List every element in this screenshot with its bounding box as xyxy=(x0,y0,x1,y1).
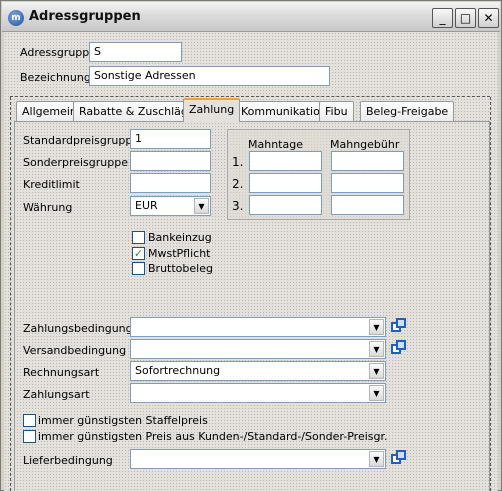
versandbedingung-label: Versandbedingung xyxy=(23,344,127,357)
tab-rabatte-zuschlaege[interactable]: Rabatte & Zuschläge xyxy=(73,101,201,121)
copy-icon[interactable] xyxy=(389,449,409,469)
title-bar[interactable]: m Adressgruppen _ □ ✕ xyxy=(2,2,500,32)
maximize-button[interactable]: □ xyxy=(455,8,476,28)
tab-beleg-freigabe[interactable]: Beleg-Freigabe xyxy=(360,101,455,121)
mwstpflicht-label: MwstPflicht xyxy=(148,247,211,260)
copy-icon[interactable] xyxy=(389,317,409,337)
bezeichnung-label: Bezeichnung xyxy=(20,71,91,84)
standardpreisgruppe-input[interactable]: 1 xyxy=(130,129,211,149)
rechnungsart-label: Rechnungsart xyxy=(23,366,100,379)
tab-zahlung[interactable]: Zahlung xyxy=(183,98,241,122)
app-icon: m xyxy=(8,10,24,26)
bruttobeleg-label: Bruttobeleg xyxy=(148,262,213,275)
guenstigster-preis-checkbox[interactable] xyxy=(23,430,36,443)
bankeinzug-checkbox[interactable] xyxy=(132,231,145,244)
waehrung-label: Währung xyxy=(23,201,73,214)
chevron-down-icon[interactable]: ▼ xyxy=(369,451,384,467)
mahn-row-label: 3. xyxy=(232,199,244,213)
mwstpflicht-checkbox[interactable]: ✓ xyxy=(132,247,145,260)
chevron-down-icon[interactable]: ▼ xyxy=(369,385,384,401)
divider xyxy=(490,97,491,491)
lieferbedingung-select[interactable]: ▼ xyxy=(130,449,386,469)
window-title: Adressgruppen xyxy=(29,9,141,24)
mahngebuehr-header: Mahngebühr xyxy=(330,138,400,151)
divider xyxy=(10,96,490,97)
adressgruppe-label: Adressgruppe xyxy=(20,46,97,59)
mahntage-3-input[interactable] xyxy=(249,195,322,215)
lieferbedingung-label: Lieferbedingung xyxy=(23,454,113,467)
staffelpreis-checkbox[interactable] xyxy=(23,414,36,427)
sonderpreisgruppe-input[interactable] xyxy=(130,151,211,171)
chevron-down-icon[interactable]: ▼ xyxy=(369,363,384,379)
standardpreisgruppe-label: Standardpreisgruppe xyxy=(23,134,140,147)
bruttobeleg-checkbox[interactable] xyxy=(132,262,145,275)
mahngebuehr-3-input[interactable] xyxy=(331,195,404,215)
close-button[interactable]: ✕ xyxy=(478,8,499,28)
bankeinzug-label: Bankeinzug xyxy=(148,231,212,244)
waehrung-select[interactable]: EUR ▼ xyxy=(130,196,211,216)
adressgruppe-input[interactable]: S xyxy=(89,42,182,62)
copy-icon[interactable] xyxy=(389,339,409,359)
mahngebuehr-2-input[interactable] xyxy=(331,173,404,193)
tab-fibu[interactable]: Fibu xyxy=(319,101,354,121)
sonderpreisgruppe-label: Sonderpreisgruppe xyxy=(23,156,128,169)
kreditlimit-label: Kreditlimit xyxy=(23,178,80,191)
zahlungsart-select[interactable]: ▼ xyxy=(130,383,386,403)
minimize-button[interactable]: _ xyxy=(432,8,453,28)
checkmark-icon: ✓ xyxy=(133,247,144,260)
kreditlimit-input[interactable] xyxy=(130,173,211,193)
waehrung-value: EUR xyxy=(135,199,158,212)
mahn-row-label: 2. xyxy=(232,177,244,191)
guenstigster-preis-label: immer günstigsten Preis aus Kunden-/Stan… xyxy=(38,430,388,443)
mahngebuehr-1-input[interactable] xyxy=(331,151,404,171)
rechnungsart-select[interactable]: Sofortrechnung ▼ xyxy=(130,361,386,381)
chevron-down-icon[interactable]: ▼ xyxy=(194,198,209,214)
staffelpreis-label: immer günstigsten Staffelpreis xyxy=(38,414,208,427)
versandbedingung-select[interactable]: ▼ xyxy=(130,339,386,359)
chevron-down-icon[interactable]: ▼ xyxy=(369,319,384,335)
mahn-row-label: 1. xyxy=(232,155,244,169)
chevron-down-icon[interactable]: ▼ xyxy=(369,341,384,357)
mahntage-header: Mahntage xyxy=(248,138,303,151)
bezeichnung-input[interactable]: Sonstige Adressen xyxy=(89,66,330,86)
zahlungsbedingung-label: Zahlungsbedingung xyxy=(23,322,133,335)
zahlungsart-label: Zahlungsart xyxy=(23,388,90,401)
mahntage-2-input[interactable] xyxy=(249,173,322,193)
divider xyxy=(10,97,11,491)
rechnungsart-value: Sofortrechnung xyxy=(135,364,221,377)
mahntage-1-input[interactable] xyxy=(249,151,322,171)
zahlungsbedingung-select[interactable]: ▼ xyxy=(130,317,386,337)
